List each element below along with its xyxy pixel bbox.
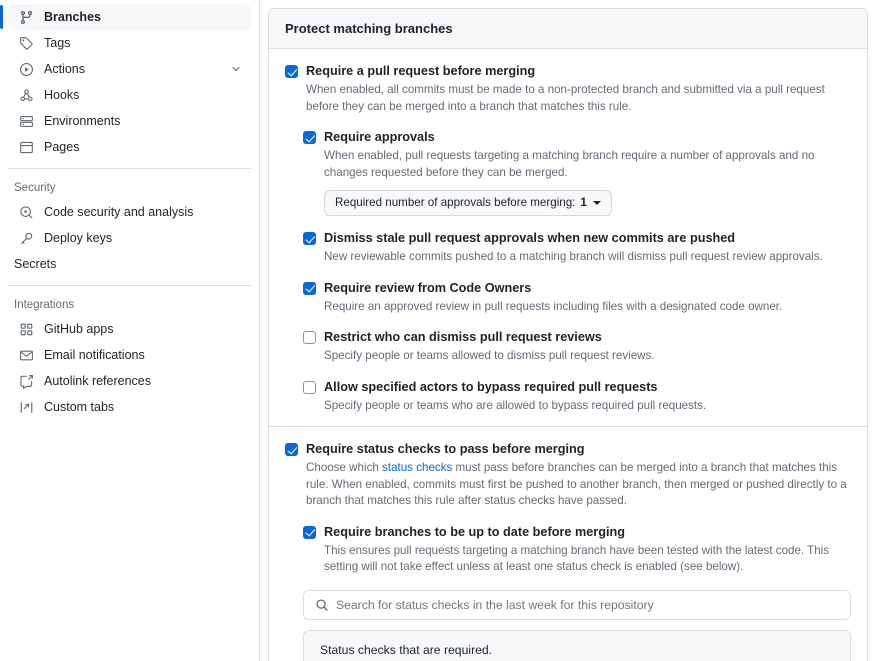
setting-title: Require branches to be up to date before… (324, 524, 851, 541)
sidebar-item-label: Custom tabs (44, 394, 243, 420)
sidebar-divider-1 (8, 168, 251, 169)
browser-icon (18, 139, 34, 155)
tag-icon (18, 35, 34, 51)
required-approvals-value: 1 (580, 195, 586, 211)
setting-restrict-dismiss-reviews[interactable]: Restrict who can dismiss pull request re… (303, 329, 851, 365)
sidebar-item-label: Email notifications (44, 342, 243, 368)
panel-title: Protect matching branches (269, 9, 867, 49)
setting-title: Restrict who can dismiss pull request re… (324, 329, 851, 346)
webhook-icon (18, 87, 34, 103)
setting-description: Specify people or teams allowed to dismi… (324, 348, 851, 365)
sidebar-item-label: Actions (44, 56, 219, 82)
checkbox-require-approvals[interactable] (303, 131, 316, 144)
chevron-down-icon (593, 201, 601, 205)
protect-matching-branches-panel: Protect matching branches Require a pull… (268, 8, 868, 661)
setting-allow-bypass-actors[interactable]: Allow specified actors to bypass require… (303, 379, 851, 415)
sidebar-item-code-security-and-analysis[interactable]: Code security and analysis (8, 199, 251, 225)
cross-reference-icon (18, 373, 34, 389)
sidebar-item-email-notifications[interactable]: Email notifications (8, 342, 251, 368)
sidebar-item-custom-tabs[interactable]: Custom tabs (8, 394, 251, 420)
sidebar-item-branches[interactable]: Branches (8, 4, 251, 30)
checkbox-require-status-checks[interactable] (285, 443, 298, 456)
sidebar-heading-security: Security (8, 177, 251, 199)
sidebar-item-actions[interactable]: Actions (8, 56, 251, 82)
required-approvals-select[interactable]: Required number of approvals before merg… (324, 190, 612, 216)
checkbox-require-code-owners-review[interactable] (303, 282, 316, 295)
setting-title: Require status checks to pass before mer… (306, 441, 851, 458)
section-require-pull-request: Require a pull request before merging Wh… (269, 49, 867, 426)
checkbox-require-up-to-date-branches[interactable] (303, 526, 316, 539)
setting-title: Require approvals (324, 129, 851, 146)
sidebar-item-label: Deploy keys (44, 225, 243, 251)
codescan-icon (18, 204, 34, 220)
sidebar-item-autolink-references[interactable]: Autolink references (8, 368, 251, 394)
sidebar-item-label: Code security and analysis (44, 199, 243, 225)
setting-description: New reviewable commits pushed to a match… (324, 249, 851, 266)
setting-description: When enabled, pull requests targeting a … (324, 148, 851, 181)
setting-title: Require a pull request before merging (306, 63, 851, 80)
play-circle-icon (18, 61, 34, 77)
nested-pull-request-options: Require approvals When enabled, pull req… (303, 129, 851, 414)
sidebar-item-tags[interactable]: Tags (8, 30, 251, 56)
main-content: Protect matching branches Require a pull… (260, 0, 876, 661)
sidebar-item-label: Autolink references (44, 368, 243, 394)
setting-description: Choose which status checks must pass bef… (306, 460, 851, 510)
desc-part-1: Choose which (306, 461, 382, 474)
checkbox-dismiss-stale-approvals[interactable] (303, 232, 316, 245)
status-checks-search-input[interactable] (336, 591, 840, 619)
section-require-status-checks: Require status checks to pass before mer… (269, 426, 867, 661)
git-branch-icon (18, 9, 34, 25)
sidebar-group-general: Branches Tags Actions (8, 4, 251, 160)
sidebar-divider-2 (8, 285, 251, 286)
sidebar-group-integrations: Integrations GitHub apps Email notificat… (8, 294, 251, 420)
sidebar-item-label: Secrets (14, 251, 243, 277)
sidebar-item-hooks[interactable]: Hooks (8, 82, 251, 108)
settings-sidebar: Branches Tags Actions (0, 0, 260, 661)
setting-description: Specify people or teams who are allowed … (324, 398, 851, 415)
required-status-checks-box: Status checks that are required. GitHub … (303, 630, 851, 661)
sidebar-heading-integrations: Integrations (8, 294, 251, 316)
sidebar-item-github-apps[interactable]: GitHub apps (8, 316, 251, 342)
sidebar-item-label: Branches (44, 4, 243, 30)
setting-require-status-checks[interactable]: Require status checks to pass before mer… (285, 441, 851, 510)
setting-description: This ensures pull requests targeting a m… (324, 543, 851, 576)
setting-description: When enabled, all commits must be made t… (306, 82, 851, 115)
required-approvals-label: Required number of approvals before merg… (335, 195, 575, 211)
key-icon (18, 230, 34, 246)
checkbox-require-pull-request[interactable] (285, 65, 298, 78)
setting-require-pull-request[interactable]: Require a pull request before merging Wh… (285, 63, 851, 115)
sidebar-item-label: Environments (44, 108, 243, 134)
panel-body: Require a pull request before merging Wh… (269, 49, 867, 661)
setting-title: Allow specified actors to bypass require… (324, 379, 851, 396)
sidebar-item-deploy-keys[interactable]: Deploy keys (8, 225, 251, 251)
branch-protection-settings-page: Branches Tags Actions (0, 0, 876, 661)
custom-tab-icon (18, 399, 34, 415)
chevron-down-icon[interactable] (229, 62, 243, 76)
sidebar-item-environments[interactable]: Environments (8, 108, 251, 134)
sidebar-item-pages[interactable]: Pages (8, 134, 251, 160)
checkbox-restrict-dismiss-reviews[interactable] (303, 331, 316, 344)
sidebar-item-label: Tags (44, 30, 243, 56)
setting-title: Dismiss stale pull request approvals whe… (324, 230, 851, 247)
nested-status-check-options: Require branches to be up to date before… (303, 524, 851, 661)
status-checks-search[interactable] (303, 590, 851, 620)
server-icon (18, 113, 34, 129)
setting-dismiss-stale-approvals[interactable]: Dismiss stale pull request approvals whe… (303, 230, 851, 266)
search-icon (314, 597, 329, 612)
setting-description: Require an approved review in pull reque… (324, 299, 851, 316)
sidebar-item-label: GitHub apps (44, 316, 243, 342)
sidebar-item-label: Pages (44, 134, 243, 160)
checkbox-allow-bypass-actors[interactable] (303, 381, 316, 394)
status-checks-link[interactable]: status checks (382, 461, 452, 474)
apps-grid-icon (18, 321, 34, 337)
sidebar-group-security: Security Code security and analysis Depl… (8, 177, 251, 277)
setting-title: Require review from Code Owners (324, 280, 851, 297)
required-status-checks-header: Status checks that are required. (304, 631, 850, 661)
setting-require-approvals[interactable]: Require approvals When enabled, pull req… (303, 129, 851, 216)
sidebar-item-secrets[interactable]: Secrets (8, 251, 251, 277)
mail-icon (18, 347, 34, 363)
setting-require-up-to-date-branches[interactable]: Require branches to be up to date before… (303, 524, 851, 576)
setting-require-code-owners-review[interactable]: Require review from Code Owners Require … (303, 280, 851, 316)
sidebar-item-label: Hooks (44, 82, 243, 108)
